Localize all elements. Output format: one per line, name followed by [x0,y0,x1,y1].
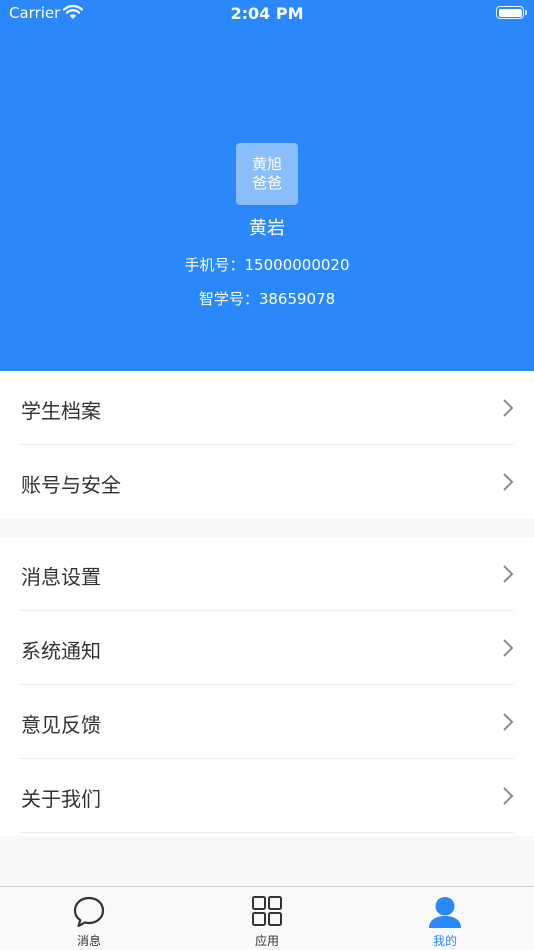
status-time: 2:04 PM [230,4,304,23]
profile-header: Carrier 2:04 PM 黄旭 爸爸 黄岩 手机号：15000000020… [0,0,534,371]
chevron-right-icon [503,713,514,731]
menu-item-label: 系统通知 [21,639,101,663]
menu-item-system-notifications[interactable]: 系统通知 [20,611,514,685]
avatar-text-line1: 黄旭 [251,155,282,173]
status-bar: Carrier 2:04 PM [0,0,534,30]
phone-label: 手机号： [184,256,245,274]
menu-item-label: 关于我们 [21,787,101,811]
student-id-label: 智学号： [198,290,259,308]
avatar[interactable]: 黄旭 爸爸 [236,143,298,205]
chevron-right-icon [503,787,514,805]
phone-info: 手机号：15000000020 [0,254,534,275]
menu-group-settings: 消息设置 系统通知 意见反馈 关于我们 [0,537,534,836]
tab-mine[interactable]: 我的 [356,887,534,950]
student-id-info: 智学号：38659078 [0,288,534,309]
menu-item-label: 学生档案 [21,399,101,423]
chevron-right-icon [503,399,514,417]
chevron-right-icon [503,639,514,657]
chevron-right-icon [503,565,514,583]
avatar-text-line2: 爸爸 [251,174,282,192]
tab-label: 应用 [254,934,279,948]
phone-value: 15000000020 [244,256,350,274]
menu-item-about-us[interactable]: 关于我们 [20,759,514,833]
tab-messages[interactable]: 消息 [0,887,178,950]
profile-screen: Carrier 2:04 PM 黄旭 爸爸 黄岩 手机号：15000000020… [0,0,534,950]
student-id-value: 38659078 [258,290,336,308]
menu-item-account-security[interactable]: 账号与安全 [20,445,514,519]
tab-label: 消息 [76,934,101,948]
user-name: 黄岩 [249,218,285,239]
person-icon [429,897,461,928]
menu-item-label: 意见反馈 [21,713,101,737]
chevron-right-icon [503,473,514,491]
tab-label: 我的 [432,934,457,948]
chat-bubble-icon [73,896,105,928]
menu-item-label: 消息设置 [21,565,101,589]
menu-item-feedback[interactable]: 意见反馈 [20,685,514,759]
menu-item-message-settings[interactable]: 消息设置 [20,537,514,611]
battery-icon [496,6,527,19]
tab-bar: 消息 应用 我的 [0,886,534,950]
menu-item-label: 账号与安全 [21,473,121,497]
grid-icon [252,896,282,926]
menu-group-account: 学生档案 账号与安全 [0,371,534,519]
menu-item-student-profile[interactable]: 学生档案 [20,371,514,445]
tab-apps[interactable]: 应用 [178,887,356,950]
